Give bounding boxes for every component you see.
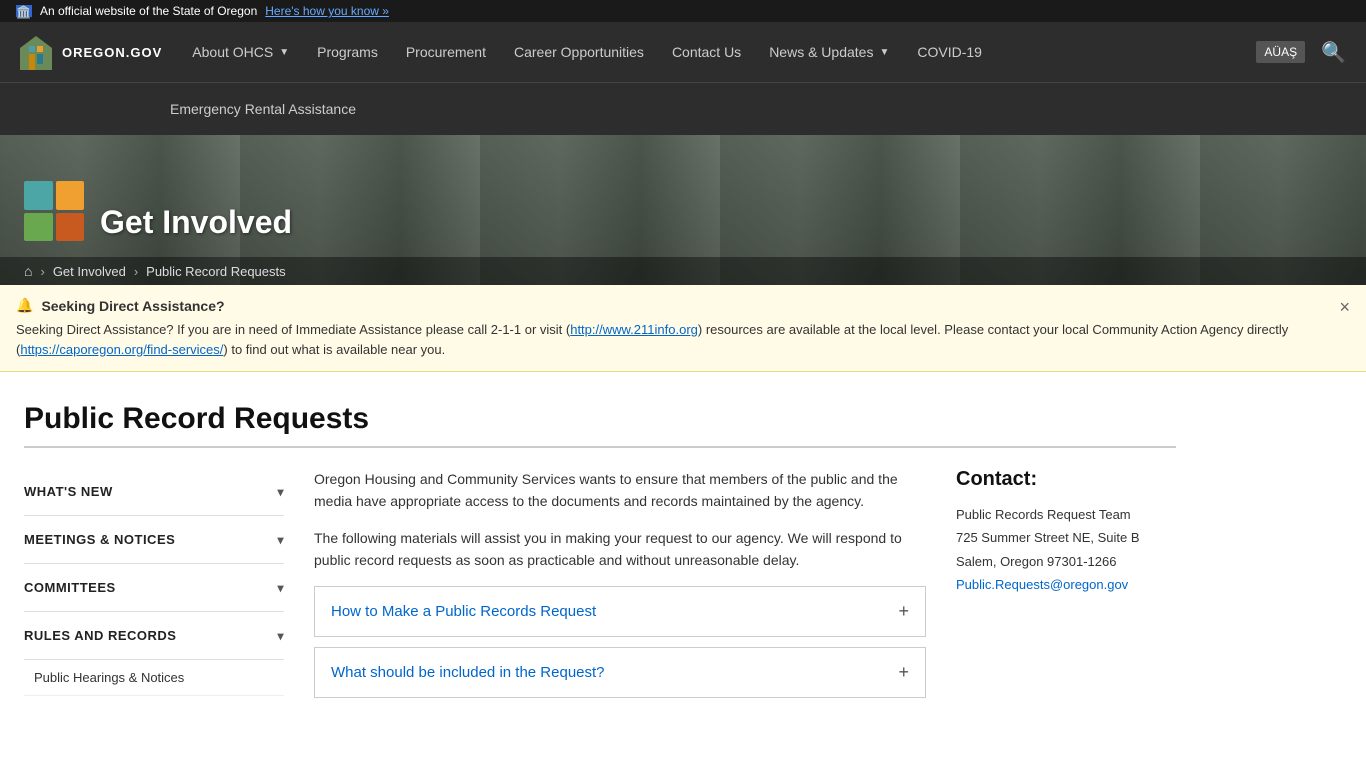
hero-content: Get Involved <box>0 181 1366 257</box>
nav-links: About OHCS ▼ Programs Procurement Career… <box>178 26 1240 78</box>
nav-right: AÜAŞ 🔍 <box>1240 36 1350 69</box>
content-layout: WHAT'S NEW ▾ MEETINGS & NOTICES ▾ COMMIT… <box>24 468 1176 708</box>
alert-title: 🔔 Seeking Direct Assistance? <box>16 297 1342 314</box>
page-title: Public Record Requests <box>24 402 1176 448</box>
accordion-item-2: What should be included in the Request? … <box>314 647 926 698</box>
contact-address1: 725 Summer Street NE, Suite B <box>956 526 1176 549</box>
hero-logo <box>24 181 84 241</box>
nav-emergency[interactable]: Emergency Rental Assistance <box>156 83 1366 135</box>
sidebar: WHAT'S NEW ▾ MEETINGS & NOTICES ▾ COMMIT… <box>24 468 284 708</box>
oregon-flag: 🏛️ <box>16 5 32 17</box>
chevron-down-icon-meetings: ▾ <box>277 533 284 547</box>
chevron-down-icon-whats-new: ▾ <box>277 485 284 499</box>
nav-careers[interactable]: Career Opportunities <box>500 26 658 78</box>
breadcrumb-sep-1: › <box>40 264 44 279</box>
main-nav: OREGON.GOV About OHCS ▼ Programs Procure… <box>0 22 1366 135</box>
chevron-down-icon-rules: ▾ <box>277 629 284 643</box>
sidebar-item-rules-header[interactable]: RULES AND RECORDS ▾ <box>24 612 284 659</box>
nav-programs[interactable]: Programs <box>303 26 392 78</box>
hero-logo-cell-4 <box>56 213 85 242</box>
alert-link-211[interactable]: http://www.211info.org <box>570 322 698 337</box>
sidebar-item-whats-new-label: WHAT'S NEW <box>24 484 113 499</box>
breadcrumb-get-involved[interactable]: Get Involved <box>53 264 126 279</box>
nav-about[interactable]: About OHCS ▼ <box>178 26 303 78</box>
how-to-know-link[interactable]: Here's how you know » <box>265 4 389 18</box>
logo-text: OREGON.GOV <box>62 45 162 60</box>
accordion-plus-icon-2: + <box>898 662 909 683</box>
alert-banner: 🔔 Seeking Direct Assistance? Seeking Dir… <box>0 285 1366 372</box>
bell-icon: 🔔 <box>16 297 33 314</box>
official-text: An official website of the State of Oreg… <box>40 4 257 18</box>
sidebar-item-committees-header[interactable]: COMMITTEES ▾ <box>24 564 284 611</box>
accordion-item-1: How to Make a Public Records Request + <box>314 586 926 637</box>
nav-procurement[interactable]: Procurement <box>392 26 500 78</box>
alert-heading: Seeking Direct Assistance? <box>41 298 224 314</box>
contact-title: Contact: <box>956 468 1176 491</box>
chevron-down-icon-2: ▼ <box>879 47 889 58</box>
top-bar: 🏛️ An official website of the State of O… <box>0 0 1366 22</box>
alert-close-button[interactable]: × <box>1339 297 1350 318</box>
hero-section: Get Involved ⌂ › Get Involved › Public R… <box>0 135 1366 285</box>
logo-icon <box>16 32 56 72</box>
hero-logo-cell-1 <box>24 181 53 210</box>
accordion-header-2[interactable]: What should be included in the Request? … <box>315 648 925 697</box>
nav-news[interactable]: News & Updates ▼ <box>755 26 903 78</box>
accordion-header-1[interactable]: How to Make a Public Records Request + <box>315 587 925 636</box>
chevron-down-icon-committees: ▾ <box>277 581 284 595</box>
nav-bottom-row: Emergency Rental Assistance <box>0 82 1366 135</box>
sidebar-item-committees-label: COMMITTEES <box>24 580 116 595</box>
accordion-title-1: How to Make a Public Records Request <box>331 603 596 620</box>
site-logo[interactable]: OREGON.GOV <box>16 22 178 82</box>
nav-covid[interactable]: COVID-19 <box>903 26 996 78</box>
sidebar-item-rules: RULES AND RECORDS ▾ <box>24 612 284 660</box>
sidebar-item-meetings-label: MEETINGS & NOTICES <box>24 532 175 547</box>
alert-text-after: ) to find out what is available near you… <box>223 342 445 357</box>
chevron-down-icon: ▼ <box>279 47 289 58</box>
accordion-plus-icon-1: + <box>898 601 909 622</box>
sidebar-item-rules-label: RULES AND RECORDS <box>24 628 176 643</box>
sidebar-sub-item-hearings[interactable]: Public Hearings & Notices <box>24 660 284 696</box>
breadcrumb: ⌂ › Get Involved › Public Record Request… <box>24 263 1342 279</box>
article-paragraph-1: Oregon Housing and Community Services wa… <box>314 468 926 513</box>
sidebar-item-meetings-header[interactable]: MEETINGS & NOTICES ▾ <box>24 516 284 563</box>
accordion-title-2: What should be included in the Request? <box>331 664 605 681</box>
search-button[interactable]: 🔍 <box>1317 36 1350 69</box>
nav-contact[interactable]: Contact Us <box>658 26 755 78</box>
contact-address2: Salem, Oregon 97301-1266 <box>956 550 1176 573</box>
contact-box: Contact: Public Records Request Team 725… <box>956 468 1176 708</box>
article-paragraph-2: The following materials will assist you … <box>314 527 926 572</box>
translate-button[interactable]: AÜAŞ <box>1256 41 1305 63</box>
alert-text: Seeking Direct Assistance? If you are in… <box>16 320 1342 359</box>
article: Oregon Housing and Community Services wa… <box>314 468 926 708</box>
search-icon: 🔍 <box>1321 42 1346 64</box>
hero-logo-cell-3 <box>24 213 53 242</box>
sidebar-item-whats-new-header[interactable]: WHAT'S NEW ▾ <box>24 468 284 515</box>
contact-info: Public Records Request Team 725 Summer S… <box>956 503 1176 597</box>
alert-text-before: Seeking Direct Assistance? If you are in… <box>16 322 570 337</box>
sidebar-item-meetings: MEETINGS & NOTICES ▾ <box>24 516 284 564</box>
home-icon[interactable]: ⌂ <box>24 263 32 279</box>
breadcrumb-bar: ⌂ › Get Involved › Public Record Request… <box>0 257 1366 285</box>
main-content: Public Record Requests WHAT'S NEW ▾ MEET… <box>0 372 1200 748</box>
sidebar-item-whats-new: WHAT'S NEW ▾ <box>24 468 284 516</box>
alert-link-caporegon[interactable]: https://caporegon.org/find-services/ <box>20 342 223 357</box>
hero-title: Get Involved <box>100 204 292 241</box>
sidebar-item-committees: COMMITTEES ▾ <box>24 564 284 612</box>
breadcrumb-sep-2: › <box>134 264 138 279</box>
hero-logo-cell-2 <box>56 181 85 210</box>
contact-email-link[interactable]: Public.Requests@oregon.gov <box>956 577 1128 592</box>
contact-team: Public Records Request Team <box>956 503 1176 526</box>
breadcrumb-current: Public Record Requests <box>146 264 285 279</box>
